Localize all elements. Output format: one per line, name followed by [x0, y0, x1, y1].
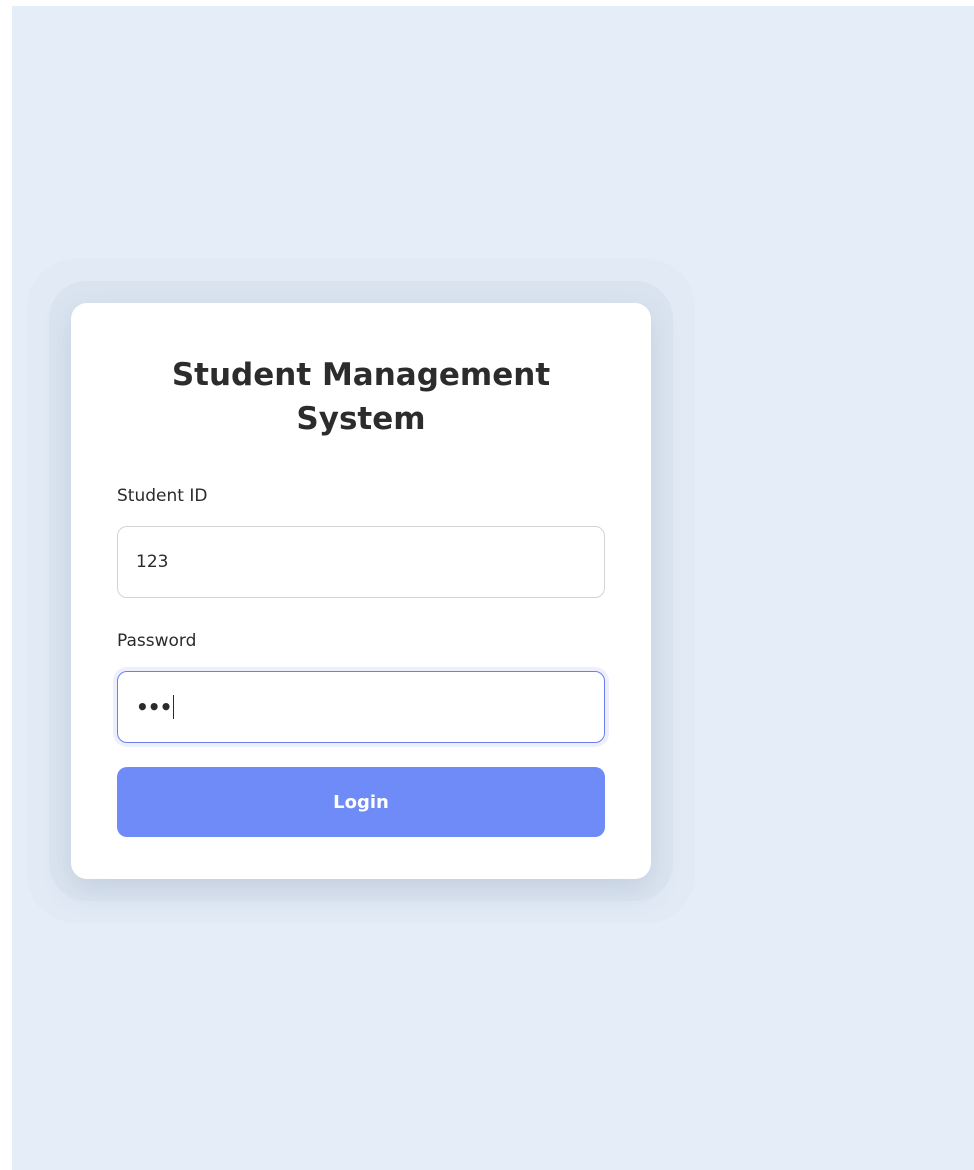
- student-id-value: 123: [136, 552, 169, 572]
- page-title: Student Management System: [171, 357, 551, 437]
- password-value: •••: [136, 695, 172, 719]
- password-input[interactable]: •••: [117, 671, 605, 743]
- page-background: Student Management System Student ID 123…: [12, 6, 974, 1170]
- student-id-input[interactable]: 123: [117, 526, 605, 598]
- password-label: Password: [117, 631, 197, 651]
- text-caret: [173, 695, 175, 719]
- student-id-label: Student ID: [117, 486, 208, 506]
- login-button[interactable]: Login: [117, 767, 605, 837]
- login-card: Student Management System Student ID 123…: [71, 303, 651, 879]
